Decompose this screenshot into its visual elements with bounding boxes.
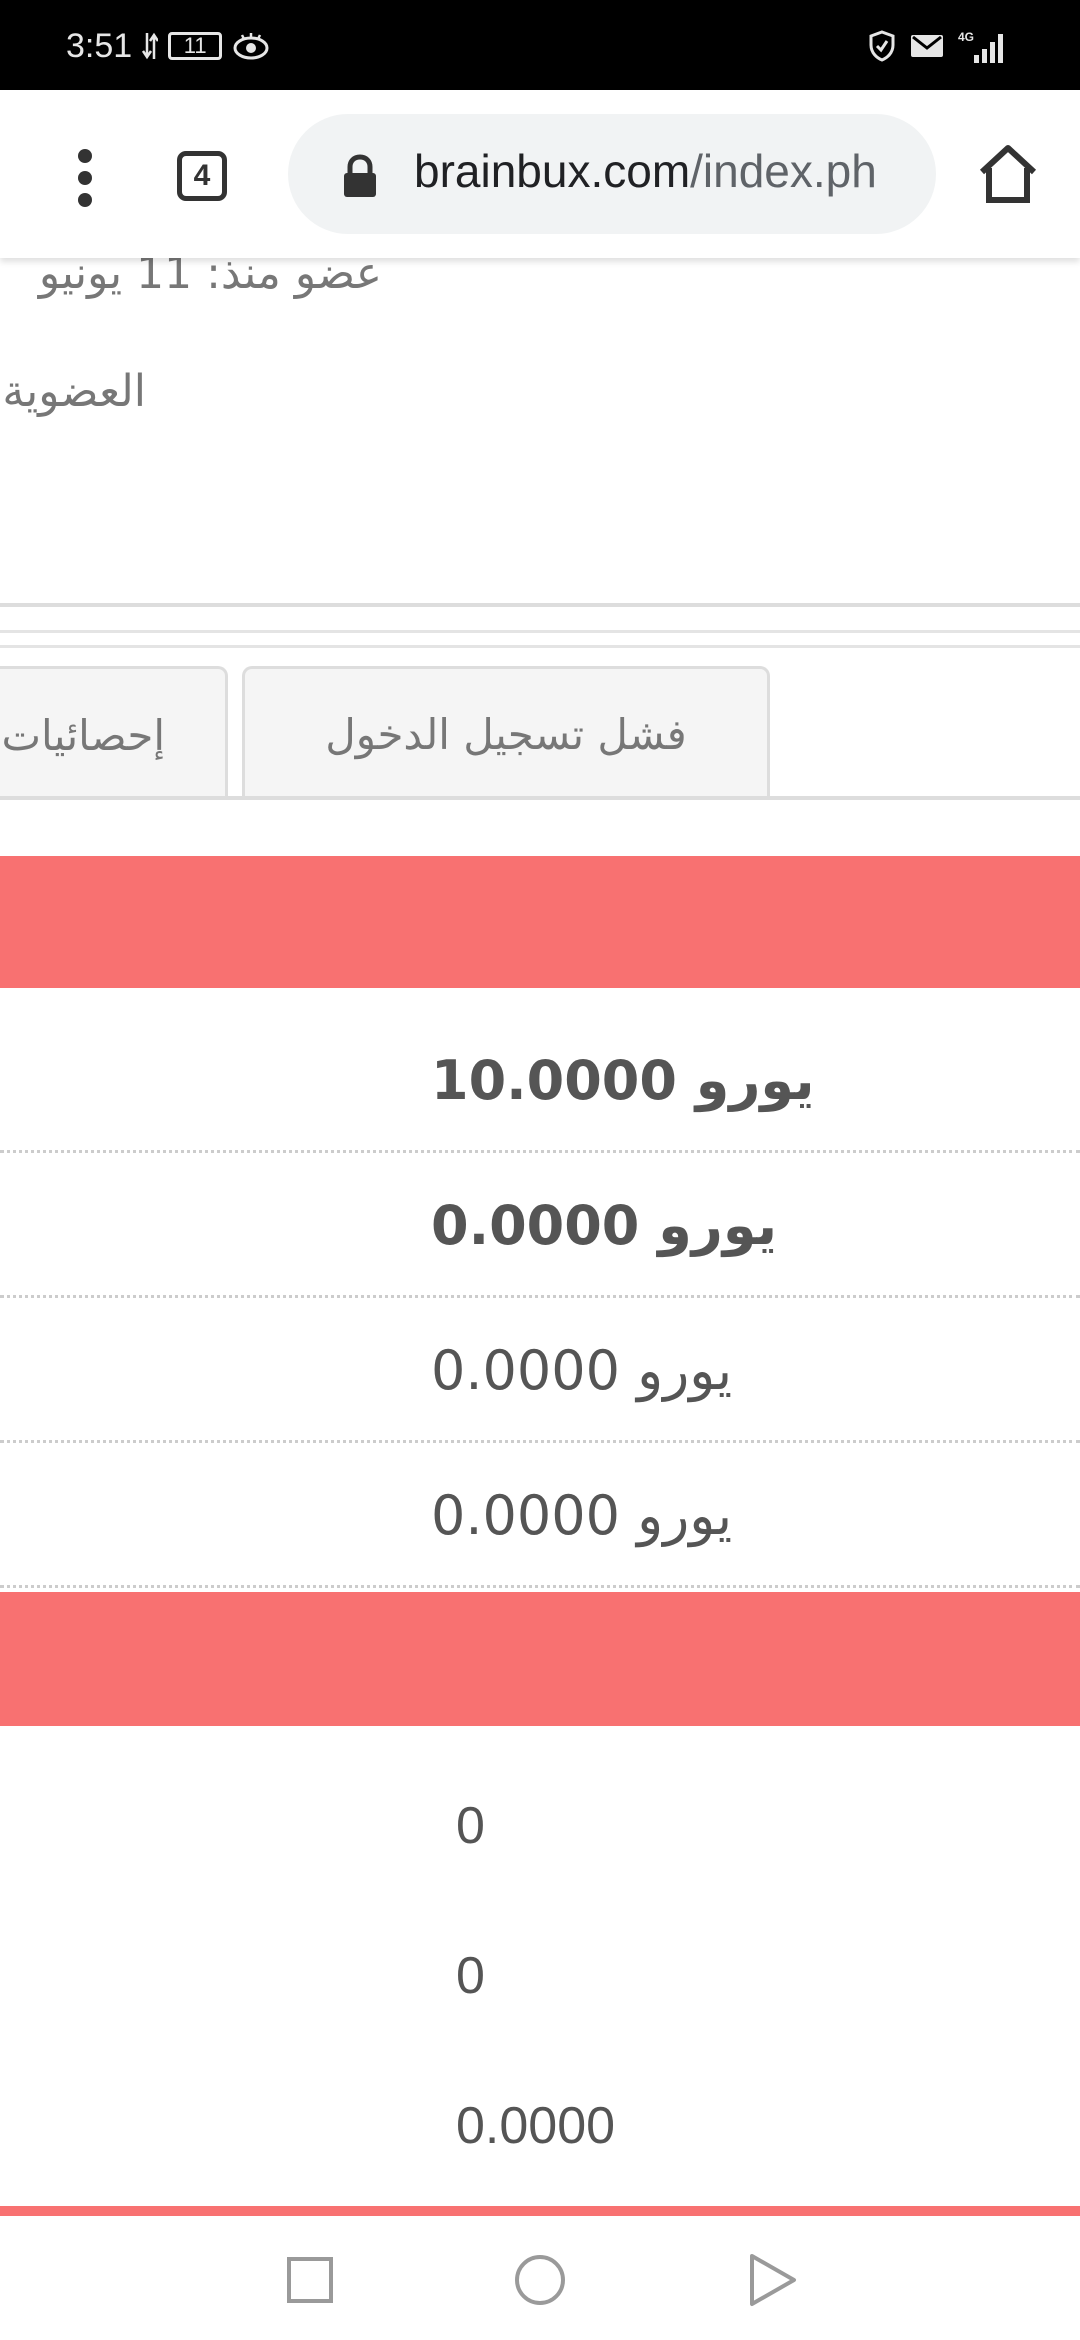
circle-icon: [515, 2255, 565, 2305]
stat-value: 0: [456, 1797, 485, 1855]
status-left: 3:51 11: [66, 24, 270, 68]
balance-value: يورو 10.0000: [431, 1049, 815, 1112]
tab-failed-logins[interactable]: فشل تسجيل الدخول: [242, 666, 770, 800]
table-row: يورو 10.0000: [0, 1008, 1080, 1153]
home-icon: [979, 145, 1037, 203]
divider: [0, 603, 1080, 607]
stat-value: 0: [456, 1947, 485, 2005]
table-cell: يورو 10.0000: [431, 1008, 1080, 1153]
square-icon: [287, 2257, 333, 2303]
divider: [0, 645, 1080, 648]
membership-label: العضوية: [2, 366, 146, 417]
tab-switcher-button[interactable]: 4: [172, 146, 232, 206]
tab-statistics[interactable]: إحصائيات: [0, 666, 228, 800]
table-cell: يورو 0.0000: [431, 1153, 1080, 1298]
recents-button[interactable]: [278, 2248, 342, 2312]
url-bar[interactable]: brainbux.com/index.ph: [288, 114, 936, 234]
table-cell: [0, 1298, 410, 1443]
mail-icon: [911, 35, 943, 57]
battery-icon: 11: [168, 32, 223, 60]
eye-comfort-icon: [233, 33, 269, 60]
url-domain: brainbux.com: [414, 145, 691, 197]
url-text: brainbux.com/index.ph: [414, 144, 924, 198]
table-cell: [0, 1008, 410, 1153]
balance-value: يورو 0.0000: [431, 1339, 733, 1402]
status-right: 4G: [868, 26, 1010, 66]
browser-toolbar: 4 brainbux.com/index.ph: [0, 90, 1080, 258]
table-cell: يورو 0.0000: [431, 1298, 1080, 1443]
section-header: [0, 1592, 1080, 1726]
data-transfer-icon: [142, 32, 159, 60]
divider: [0, 630, 1080, 633]
balance-value: يورو 0.0000: [431, 1194, 777, 1257]
table-cell: يورو 0.0000: [431, 1443, 1080, 1588]
battery-level: 11: [183, 33, 207, 58]
lock-icon: [344, 154, 376, 197]
stat-value: 0.0000: [456, 2097, 616, 2155]
table-row: يورو 0.0000: [0, 1298, 1080, 1443]
signal-icon: 4G: [958, 30, 1003, 63]
balance-value: يورو 0.0000: [431, 1484, 733, 1547]
network-type: 4G: [958, 30, 974, 44]
table-cell: [0, 1153, 410, 1298]
triangle-back-icon: [750, 2254, 796, 2306]
table-cell: [0, 1443, 410, 1588]
section-header: [0, 856, 1080, 988]
shield-icon: [869, 30, 895, 62]
tab-count: 4: [177, 151, 227, 201]
tab-failed-logins-label: فشل تسجيل الدخول: [325, 710, 687, 759]
clock: 3:51: [66, 26, 133, 65]
more-vert-icon: [78, 149, 92, 207]
table-row: يورو 0.0000: [0, 1153, 1080, 1298]
section-header: [0, 2206, 1080, 2216]
url-path: /index.ph: [690, 145, 877, 197]
browser-menu-button[interactable]: [60, 138, 110, 218]
system-nav-bar: [0, 2218, 1080, 2340]
home-button[interactable]: [976, 142, 1040, 206]
table-row: يورو 0.0000: [0, 1443, 1080, 1588]
back-button[interactable]: [740, 2248, 804, 2312]
tabs-divider: [0, 796, 1080, 800]
tab-statistics-label: إحصائيات: [1, 711, 165, 760]
row-divider: [0, 1585, 1080, 1588]
nav-home-button[interactable]: [508, 2248, 572, 2312]
status-bar: 3:51 11 4G: [0, 0, 1080, 90]
